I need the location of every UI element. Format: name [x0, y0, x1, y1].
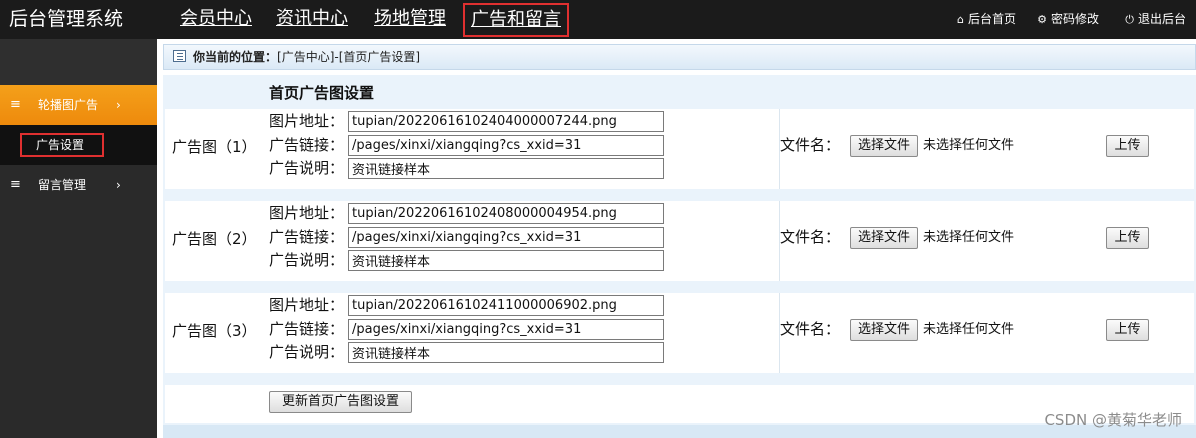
ad-row-3: 广告图（3） 图片地址： 广告链接： 广告说明： 文件名： 选择文件 未选择任何…	[165, 293, 1194, 373]
upload-button[interactable]: 上传	[1106, 135, 1149, 157]
logout-link-label: 退出后台	[1137, 12, 1186, 26]
breadcrumb-path: [广告中心]-[首页广告设置]	[277, 50, 421, 64]
image-url-label: 图片地址：	[269, 112, 345, 130]
topnav-news-center[interactable]: 资讯中心	[276, 6, 348, 32]
update-homepage-ads-button[interactable]: 更新首页广告图设置	[269, 391, 412, 413]
password-link-label: 密码修改	[1050, 12, 1099, 26]
section-title: 首页广告图设置	[269, 84, 375, 102]
ad-desc-label: 广告说明：	[269, 159, 345, 177]
home-icon: ⌂	[957, 13, 964, 26]
home-link-label: 后台首页	[967, 12, 1016, 26]
home-link[interactable]: ⌂ 后台首页	[957, 11, 1016, 28]
breadcrumb: 你当前的位置：[广告中心]-[首页广告设置]	[163, 44, 1196, 70]
app-title: 后台管理系统	[9, 8, 124, 30]
file-name-label: 文件名：	[780, 228, 841, 246]
ad-desc-label: 广告说明：	[269, 343, 345, 361]
ad-link-label: 广告链接：	[269, 136, 345, 154]
menu-icon: ≡	[10, 177, 21, 192]
sidebar-item-label: 留言管理	[38, 178, 87, 192]
ad-settings-panel: 首页广告图设置 广告图（1） 图片地址： 广告链接： 广告说明： 文件名： 选择…	[163, 75, 1196, 438]
choose-file-button[interactable]: 选择文件	[850, 135, 918, 157]
watermark: CSDN @黄菊华老师	[1044, 411, 1182, 429]
list-icon	[173, 50, 186, 62]
gear-icon: ⚙	[1037, 13, 1047, 26]
ad-label: 广告图（2）	[172, 230, 257, 248]
upload-button[interactable]: 上传	[1106, 319, 1149, 341]
breadcrumb-prefix: 你当前的位置：	[193, 50, 278, 64]
logout-link[interactable]: ⏻ 退出后台	[1125, 11, 1186, 28]
ad-row-2: 广告图（2） 图片地址： 广告链接： 广告说明： 文件名： 选择文件 未选择任何…	[165, 201, 1194, 281]
image-url-label: 图片地址：	[269, 204, 345, 222]
breadcrumb-text: 你当前的位置：[广告中心]-[首页广告设置]	[193, 49, 420, 65]
ad-desc-input[interactable]	[348, 158, 664, 179]
image-url-input[interactable]	[348, 295, 664, 316]
ad-row-1: 广告图（1） 图片地址： 广告链接： 广告说明： 文件名： 选择文件 未选择任何…	[165, 109, 1194, 189]
image-url-label: 图片地址：	[269, 296, 345, 314]
ad-link-input[interactable]	[348, 227, 664, 248]
chevron-right-icon: ›	[116, 178, 121, 192]
no-file-text: 未选择任何文件	[923, 230, 1015, 245]
topnav-venue-management[interactable]: 场地管理	[374, 6, 446, 32]
sidebar: ≡ 轮播图广告 › 广告设置 ≡ 留言管理 ›	[0, 39, 157, 438]
ad-link-label: 广告链接：	[269, 228, 345, 246]
no-file-text: 未选择任何文件	[923, 322, 1015, 337]
ad-link-input[interactable]	[348, 135, 664, 156]
ad-label: 广告图（1）	[172, 138, 257, 156]
sidebar-submenu: 广告设置	[0, 125, 157, 165]
sidebar-item-carousel-ads[interactable]: ≡ 轮播图广告 ›	[0, 85, 157, 125]
top-bar: 后台管理系统 会员中心 资讯中心 场地管理 广告和留言 ⌂ 后台首页 ⚙ 密码修改 …	[0, 0, 1196, 39]
power-icon: ⏻	[1125, 13, 1134, 26]
sidebar-item-message-management[interactable]: ≡ 留言管理 ›	[0, 165, 157, 205]
choose-file-button[interactable]: 选择文件	[850, 227, 918, 249]
sidebar-top-strip	[0, 39, 157, 85]
ad-link-input[interactable]	[348, 319, 664, 340]
image-url-input[interactable]	[348, 111, 664, 132]
password-change-link[interactable]: ⚙ 密码修改	[1037, 11, 1099, 28]
topnav-member-center[interactable]: 会员中心	[180, 6, 252, 32]
ad-link-label: 广告链接：	[269, 320, 345, 338]
menu-icon: ≡	[10, 97, 21, 112]
no-file-text: 未选择任何文件	[923, 138, 1015, 153]
ad-desc-label: 广告说明：	[269, 251, 345, 269]
update-row: 更新首页广告图设置	[165, 385, 1194, 423]
image-url-input[interactable]	[348, 203, 664, 224]
upload-button[interactable]: 上传	[1106, 227, 1149, 249]
choose-file-button[interactable]: 选择文件	[850, 319, 918, 341]
ad-desc-input[interactable]	[348, 250, 664, 271]
sidebar-subitem-ad-settings[interactable]: 广告设置	[20, 133, 104, 157]
topnav-ads-and-messages[interactable]: 广告和留言	[463, 3, 569, 37]
ad-label: 广告图（3）	[172, 322, 257, 340]
chevron-right-icon: ›	[116, 98, 121, 112]
ad-desc-input[interactable]	[348, 342, 664, 363]
panel-bottom-strip	[163, 425, 1196, 438]
main-content: 你当前的位置：[广告中心]-[首页广告设置] 首页广告图设置 广告图（1） 图片…	[157, 39, 1196, 438]
file-name-label: 文件名：	[780, 320, 841, 338]
file-name-label: 文件名：	[780, 136, 841, 154]
sidebar-item-label: 轮播图广告	[38, 98, 99, 112]
